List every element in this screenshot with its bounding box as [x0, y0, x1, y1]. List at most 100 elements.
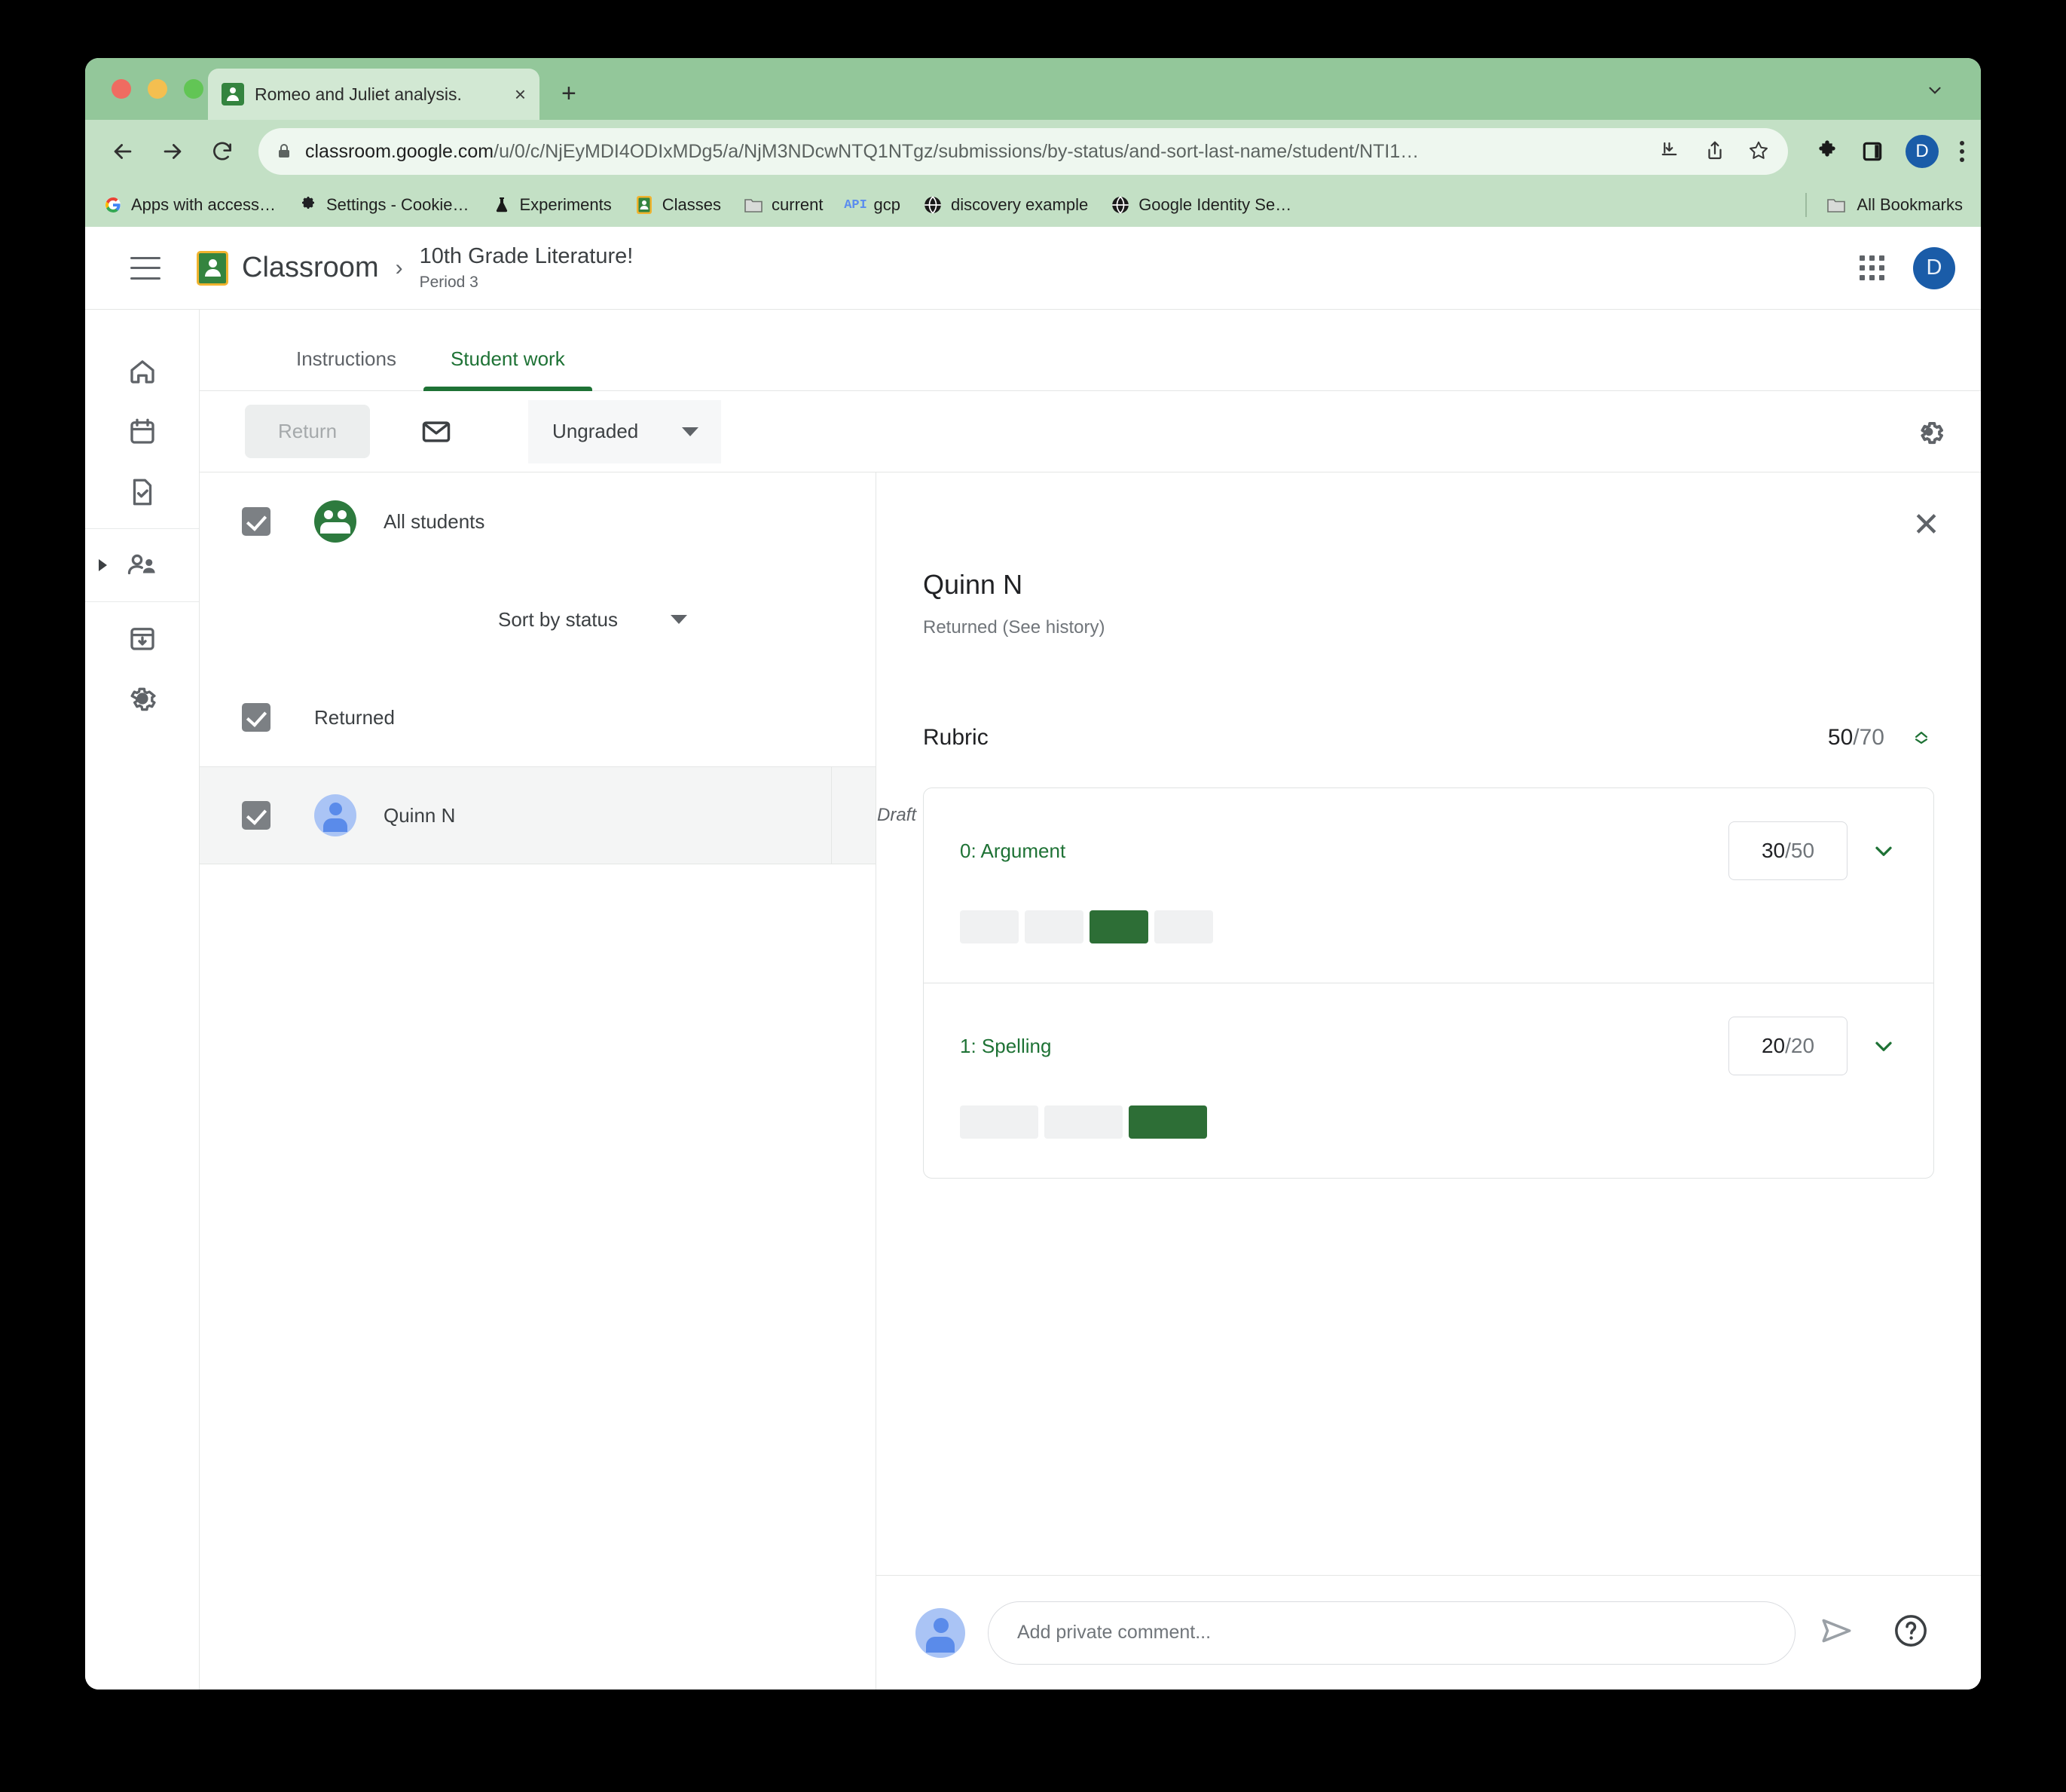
address-bar[interactable]: classroom.google.com/u/0/c/NjEyMDI4ODIxM… [258, 128, 1788, 175]
return-button[interactable]: Return [245, 405, 371, 458]
bookmark-item[interactable]: Google Identity Se… [1111, 195, 1291, 215]
tab-instructions[interactable]: Instructions [269, 347, 423, 390]
puzzle-extensions-icon[interactable] [1815, 139, 1839, 164]
expand-collapse-icon[interactable] [1909, 721, 1934, 754]
chevron-down-icon[interactable] [1925, 81, 1945, 100]
sort-dropdown[interactable]: Sort by status [200, 570, 876, 668]
side-panel-icon[interactable] [1860, 139, 1884, 164]
url-text: classroom.google.com/u/0/c/NjEyMDI4ODIxM… [305, 141, 1648, 163]
bookmark-item[interactable]: current [744, 195, 824, 215]
level-segment-selected[interactable] [1090, 910, 1148, 943]
criterion-header: 1: Spelling 20/20 [960, 1017, 1897, 1075]
chrome-profile-avatar[interactable]: D [1906, 135, 1939, 168]
help-circle-icon[interactable] [1892, 1612, 1934, 1654]
send-icon[interactable] [1818, 1612, 1860, 1654]
minimize-window-button[interactable] [148, 79, 167, 99]
all-students-label: All students [384, 509, 485, 533]
breadcrumb: 10th Grade Literature! Period 3 [420, 244, 634, 292]
level-segment[interactable] [1025, 910, 1083, 943]
sidebar-item-to-review[interactable] [85, 462, 199, 522]
group-avatar-icon [314, 500, 356, 543]
sidebar-item-calendar[interactable] [85, 402, 199, 462]
sidebar-item-settings[interactable] [85, 668, 199, 729]
envelope-icon[interactable] [414, 409, 459, 454]
forward-arrow-icon[interactable] [151, 130, 194, 173]
bookmark-label: gcp [873, 195, 900, 214]
download-icon[interactable] [1660, 139, 1684, 164]
status-group-returned[interactable]: Returned [200, 668, 876, 766]
list-item[interactable]: Quinn N Draft [200, 766, 916, 864]
rubric-total: /70 [1853, 725, 1884, 750]
browser-tab[interactable]: Romeo and Juliet analysis. × [208, 69, 539, 120]
criterion-points[interactable]: 30/50 [1728, 821, 1847, 880]
grade-filter-dropdown[interactable]: Ungraded [528, 399, 722, 463]
maximize-window-button[interactable] [184, 79, 203, 99]
level-segment-selected[interactable] [1129, 1105, 1207, 1139]
status-group-checkbox[interactable] [242, 703, 270, 732]
all-students-checkbox[interactable] [242, 507, 270, 536]
bookmark-item[interactable]: discovery example [923, 195, 1088, 215]
status-group-label: Returned [314, 705, 395, 729]
close-window-button[interactable] [112, 79, 131, 99]
sidebar-item-home[interactable] [85, 341, 199, 402]
criterion-title[interactable]: 0: Argument [960, 839, 1065, 863]
hamburger-menu-icon[interactable] [130, 256, 160, 280]
bookmark-item[interactable]: API gcp [844, 195, 900, 215]
caret-right-icon [99, 559, 107, 571]
private-comment-input[interactable]: Add private comment... [988, 1601, 1796, 1665]
product-name[interactable]: Classroom [242, 252, 379, 284]
sidebar-item-enrolled[interactable] [85, 535, 199, 595]
level-segment[interactable] [960, 910, 1019, 943]
google-icon [103, 195, 123, 215]
window-controls[interactable] [112, 79, 203, 99]
browser-menu-icon[interactable] [1960, 141, 1964, 162]
left-nav-rail [85, 310, 200, 1690]
apps-grid-icon[interactable] [1860, 255, 1884, 280]
share-icon[interactable] [1704, 139, 1728, 164]
chevron-down-icon[interactable] [1870, 837, 1897, 864]
student-name: Quinn N [384, 803, 456, 827]
rubric-label: Rubric [923, 725, 989, 750]
tab-student-work[interactable]: Student work [423, 347, 592, 391]
bookmark-item[interactable]: Apps with access… [103, 195, 276, 215]
bookmark-item[interactable]: Experiments [492, 195, 612, 215]
close-icon[interactable]: ✕ [1912, 509, 1940, 542]
rubric-earned: 50 [1827, 725, 1854, 750]
app-header: Classroom › 10th Grade Literature! Perio… [85, 227, 1981, 310]
bookmark-item[interactable]: Settings - Cookie… [298, 195, 469, 215]
new-tab-button[interactable]: + [561, 81, 576, 106]
url-host: classroom.google.com [305, 140, 494, 162]
gear-icon[interactable] [1907, 410, 1951, 454]
course-title[interactable]: 10th Grade Literature! [420, 244, 634, 269]
rubric-header: Rubric 50/70 [923, 721, 1934, 754]
reload-icon[interactable] [201, 130, 243, 173]
account-avatar[interactable]: D [1913, 246, 1955, 289]
folder-icon [1826, 195, 1846, 215]
rail-group-secondary [85, 602, 199, 735]
all-students-row[interactable]: All students [200, 472, 876, 570]
browser-extensions: D [1796, 135, 1964, 168]
chevron-down-icon [670, 615, 687, 624]
level-segment[interactable] [1044, 1105, 1123, 1139]
level-segment[interactable] [1154, 910, 1213, 943]
bookmark-item[interactable]: Classes [634, 195, 721, 215]
api-icon: API [844, 197, 867, 213]
level-segment[interactable] [960, 1105, 1038, 1139]
sidebar-item-archived[interactable] [85, 608, 199, 668]
criterion-title[interactable]: 1: Spelling [960, 1035, 1051, 1058]
app-body: Instructions Student work Return Ungrade… [85, 310, 1981, 1690]
gear-icon [298, 195, 318, 215]
submission-status[interactable]: Returned (See history) [923, 617, 1934, 638]
bookmark-star-icon[interactable] [1747, 139, 1771, 164]
close-icon[interactable]: × [515, 84, 526, 104]
criterion-header: 0: Argument 30/50 [960, 821, 1897, 880]
bookmark-label: Apps with access… [131, 195, 276, 214]
student-checkbox[interactable] [242, 801, 270, 830]
back-arrow-icon[interactable] [102, 130, 144, 173]
criterion-points[interactable]: 20/20 [1728, 1017, 1847, 1075]
browser-toolbar: classroom.google.com/u/0/c/NjEyMDI4ODIxM… [85, 120, 1981, 183]
chevron-down-icon[interactable] [1870, 1032, 1897, 1060]
bookmarks-bar: Apps with access… Settings - Cookie… Exp… [85, 183, 1981, 227]
bookmark-label: Classes [662, 195, 722, 214]
all-bookmarks-button[interactable]: All Bookmarks [1805, 193, 1963, 217]
